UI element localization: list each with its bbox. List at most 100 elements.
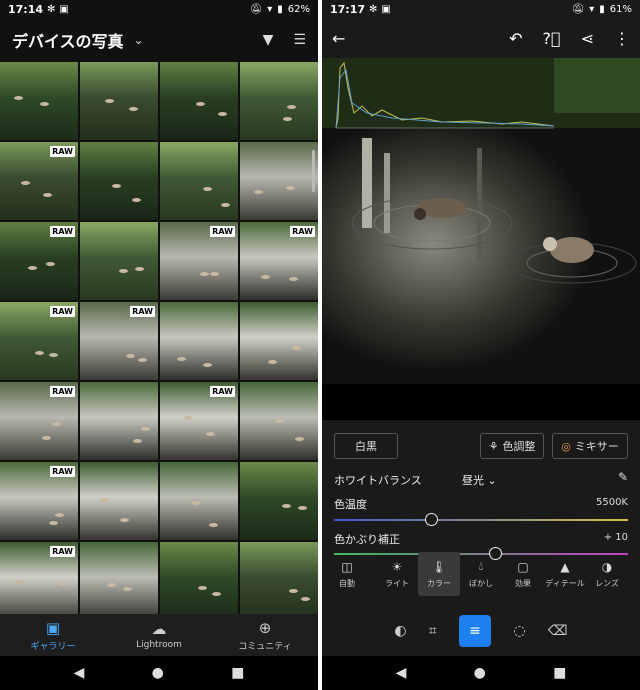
status-time: 17:17 xyxy=(330,2,366,16)
light-icon: ☀ xyxy=(391,559,403,574)
mute-icon: 🔕︎ xyxy=(571,3,585,15)
photo-thumbnail[interactable] xyxy=(80,222,158,300)
battery-level: 62% xyxy=(287,3,310,15)
photo-thumbnail[interactable] xyxy=(80,462,158,540)
photo-thumbnail[interactable] xyxy=(240,142,318,220)
photo-thumbnail[interactable] xyxy=(240,62,318,140)
photo-thumbnail[interactable] xyxy=(240,382,318,460)
duck-shape xyxy=(28,266,37,270)
duck-shape xyxy=(120,518,129,522)
duck-shape xyxy=(295,437,304,441)
duck-shape xyxy=(21,181,30,185)
nav-lightroom[interactable]: ☁ Lightroom xyxy=(106,614,212,656)
photo-thumbnail[interactable] xyxy=(160,142,238,220)
page-title[interactable]: デバイスの写真 xyxy=(12,28,124,52)
temperature-slider[interactable] xyxy=(334,513,628,526)
photo-thumbnail[interactable] xyxy=(160,462,238,540)
photo-preview[interactable] xyxy=(322,58,640,384)
duck-shape xyxy=(14,96,23,100)
photo-thumbnail[interactable] xyxy=(240,462,318,540)
tool-detail[interactable]: ▲ ディテール xyxy=(544,552,586,596)
photo-thumbnail[interactable]: RAW xyxy=(0,542,78,614)
fan-icon: ✻ xyxy=(369,3,378,15)
duck-shape xyxy=(289,277,298,281)
tool-thermometer[interactable]: 🌡︎ カラー xyxy=(418,552,460,596)
back-triangle-icon[interactable]: ◀ xyxy=(396,665,407,681)
duck-shape xyxy=(221,203,230,207)
cloud-icon: ☁ xyxy=(151,620,167,638)
nav-gallery[interactable]: ▣ ギャラリー xyxy=(0,614,106,656)
duck-shape xyxy=(138,358,147,362)
color-grade-icon: ⚘ xyxy=(488,439,499,453)
filter-icon[interactable]: ▼ xyxy=(263,32,274,48)
presets-icon[interactable]: ◐ xyxy=(394,623,406,639)
photo-thumbnail[interactable] xyxy=(160,542,238,614)
back-triangle-icon[interactable]: ◀ xyxy=(74,665,85,681)
thermometer-icon: 🌡︎ xyxy=(431,559,447,574)
raw-badge: RAW xyxy=(210,386,235,397)
undo-icon[interactable]: ↶ xyxy=(509,29,522,48)
tool-lens[interactable]: ◑ レンズ xyxy=(586,552,628,596)
photo-thumbnail[interactable]: RAW xyxy=(160,382,238,460)
crop-icon[interactable]: ⌗ xyxy=(429,623,437,639)
home-circle-icon[interactable]: ● xyxy=(474,665,486,681)
help-icon[interactable]: ?⃝ xyxy=(543,29,561,48)
recents-square-icon[interactable]: ■ xyxy=(231,665,244,681)
recents-square-icon[interactable]: ■ xyxy=(553,665,566,681)
photo-thumbnail[interactable] xyxy=(160,302,238,380)
home-circle-icon[interactable]: ● xyxy=(152,665,164,681)
editor-screen: 17:17 ✻ ▣ 🔕︎ ▾ ▮ 61% ← ↶ ?⃝ ⋖ ⋮ 白黒 ⚘ 色調整… xyxy=(322,0,640,690)
photo-canvas xyxy=(322,58,640,384)
color-panel: 白黒 ⚘ 色調整 ◎ ミキサー ホワイトバランス 昼光 ⌄ ✎ 色温度 5500… xyxy=(322,420,640,552)
tool-drop[interactable]: 💧︎ ぼかし xyxy=(460,552,502,596)
nav-community[interactable]: ⊕ コミュニティ xyxy=(212,614,318,656)
mask-icon[interactable]: ◌ xyxy=(513,623,525,639)
chevron-down-icon[interactable]: ⌄ xyxy=(134,33,144,47)
sort-icon[interactable]: ☰ xyxy=(293,32,306,48)
more-icon[interactable]: ⋮ xyxy=(614,29,630,48)
tool-label: レンズ xyxy=(595,578,619,588)
color-grade-button[interactable]: ⚘ 色調整 xyxy=(480,433,544,459)
tool-label: 自動 xyxy=(339,578,355,588)
photo-thumbnail[interactable] xyxy=(240,542,318,614)
photo-thumbnail[interactable] xyxy=(160,62,238,140)
eraser-icon[interactable]: ⌫ xyxy=(548,623,568,639)
duck-shape xyxy=(58,582,67,586)
duck-shape xyxy=(35,351,44,355)
photo-thumbnail[interactable] xyxy=(80,542,158,614)
tool-effects[interactable]: ▢ 効果 xyxy=(502,552,544,596)
mono-button-label: 白黒 xyxy=(355,440,377,453)
share-icon[interactable]: ⋖ xyxy=(581,29,594,48)
temperature-knob[interactable] xyxy=(424,513,438,526)
eyedropper-icon[interactable]: ✎ xyxy=(618,470,628,484)
duck-shape xyxy=(119,269,128,273)
photo-thumbnail[interactable]: RAW xyxy=(0,462,78,540)
tool-profile[interactable]: ▦プロ xyxy=(628,552,640,596)
scrollbar[interactable] xyxy=(312,150,315,192)
tool-light[interactable]: ☀ ライト xyxy=(376,552,418,596)
photo-thumbnail[interactable] xyxy=(240,302,318,380)
duck-shape xyxy=(218,112,227,116)
duck-shape xyxy=(16,580,25,584)
tool-auto[interactable]: ◫ 自動 xyxy=(326,552,368,596)
status-time: 17:14 xyxy=(8,2,44,16)
white-balance-select[interactable]: 昼光 ⌄ xyxy=(462,472,497,488)
mono-button[interactable]: 白黒 xyxy=(334,433,398,459)
photo-thumbnail[interactable]: RAW xyxy=(240,222,318,300)
photo-thumbnail[interactable] xyxy=(80,62,158,140)
photo-thumbnail[interactable]: RAW xyxy=(80,302,158,380)
tint-value: + 10 xyxy=(603,532,628,543)
photo-thumbnail[interactable]: RAW xyxy=(0,142,78,220)
photo-thumbnail[interactable]: RAW xyxy=(160,222,238,300)
duck-shape xyxy=(177,357,186,361)
photo-thumbnail[interactable] xyxy=(80,142,158,220)
adjust-icon[interactable]: ≡ xyxy=(459,615,492,647)
back-arrow-icon[interactable]: ← xyxy=(332,29,345,48)
mixer-button[interactable]: ◎ ミキサー xyxy=(552,433,628,459)
photo-thumbnail[interactable]: RAW xyxy=(0,302,78,380)
photo-thumbnail[interactable]: RAW xyxy=(0,382,78,460)
duck-shape xyxy=(254,190,263,194)
photo-thumbnail[interactable] xyxy=(80,382,158,460)
photo-thumbnail[interactable] xyxy=(0,62,78,140)
photo-thumbnail[interactable]: RAW xyxy=(0,222,78,300)
